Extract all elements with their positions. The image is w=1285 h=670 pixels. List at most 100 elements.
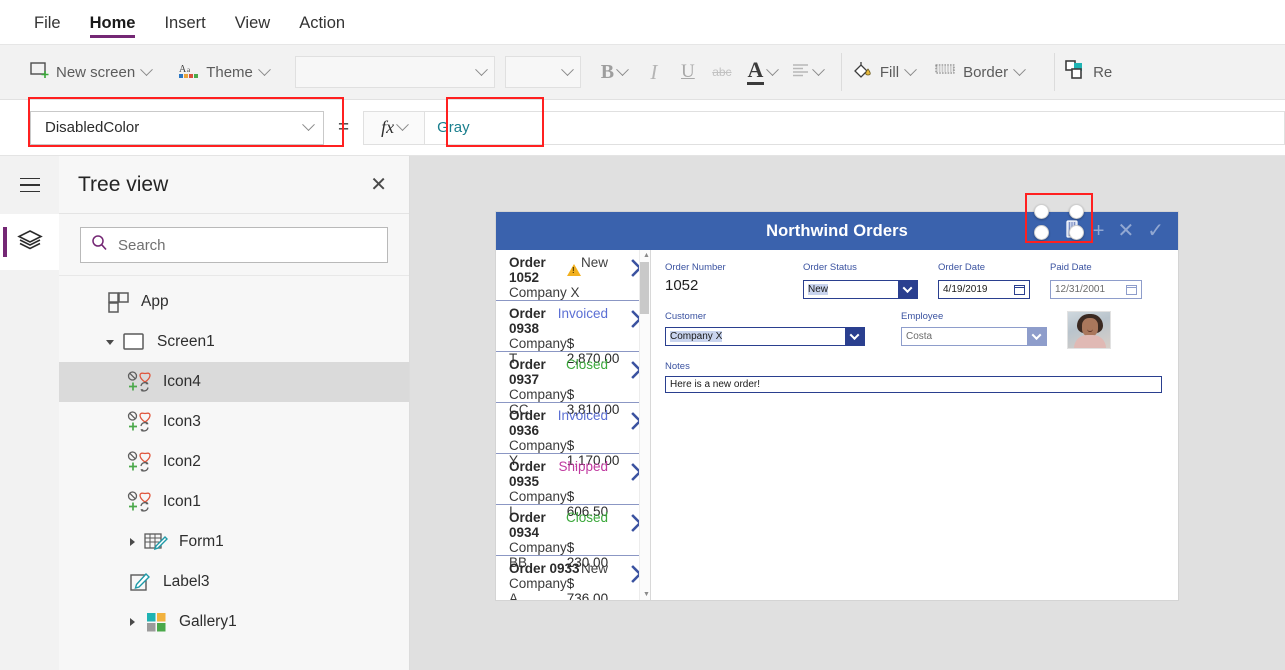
tree-item-label: Icon3 bbox=[163, 413, 201, 430]
notes-input[interactable]: Here is a new order! bbox=[665, 376, 1162, 393]
rail-item-tree-view[interactable] bbox=[0, 214, 59, 270]
plus-icon[interactable]: + bbox=[1093, 221, 1105, 241]
field-order-status: Order Status New bbox=[803, 262, 918, 299]
toolbar-divider bbox=[840, 53, 842, 91]
formula-bar: DisabledColor = fx Gray bbox=[0, 97, 1285, 156]
cancel-icon[interactable]: ✕ bbox=[1117, 221, 1134, 241]
tree-item-app[interactable]: App bbox=[59, 282, 409, 322]
field-value: Company X bbox=[670, 331, 723, 342]
formula-input[interactable]: Gray bbox=[425, 110, 1285, 145]
italic-button[interactable]: I bbox=[637, 53, 671, 91]
chevron-down-icon bbox=[1013, 62, 1026, 76]
reorder-icon bbox=[1065, 60, 1086, 84]
field-label: Order Date bbox=[938, 262, 985, 273]
gallery-item[interactable]: Order 0938 Invoiced Company T $ 2,870.00 bbox=[496, 301, 650, 366]
calendar-icon[interactable] bbox=[1123, 282, 1140, 297]
gallery-item[interactable]: Order 0933 New Company A $ 736.00 bbox=[496, 556, 650, 600]
font-size-select[interactable] bbox=[504, 56, 581, 88]
chevron-down-icon bbox=[258, 62, 271, 76]
tree-item-screen1[interactable]: Screen1 bbox=[59, 322, 409, 362]
fill-button[interactable]: Fill bbox=[852, 60, 917, 84]
chevron-right-icon[interactable] bbox=[125, 615, 139, 629]
gallery-item[interactable]: Order 1052 New Company X bbox=[496, 250, 650, 301]
property-select[interactable]: DisabledColor bbox=[30, 110, 324, 145]
underline-button[interactable]: U bbox=[671, 53, 705, 91]
search-input[interactable]: Search bbox=[80, 227, 388, 263]
border-label: Border bbox=[963, 63, 1009, 81]
scroll-up-icon[interactable]: ▲ bbox=[643, 252, 650, 259]
bold-button[interactable]: B bbox=[591, 53, 637, 91]
gallery-item[interactable]: Order 0934 Closed Company BB $ 230.00 bbox=[496, 505, 650, 570]
tree-item-form1[interactable]: Form1 bbox=[59, 522, 409, 562]
tree-item-label: Icon2 bbox=[163, 453, 201, 470]
chevron-down-icon[interactable] bbox=[845, 328, 864, 345]
hamburger-menu-button[interactable] bbox=[0, 156, 59, 214]
field-value: New bbox=[808, 284, 829, 295]
chevron-right-icon[interactable] bbox=[125, 535, 139, 549]
new-screen-button[interactable]: New screen bbox=[30, 61, 154, 83]
chevron-down-icon[interactable] bbox=[1027, 328, 1046, 345]
theme-button[interactable]: A a Theme bbox=[179, 62, 271, 83]
check-icon[interactable]: ✓ bbox=[1147, 221, 1164, 241]
calendar-icon[interactable] bbox=[1011, 282, 1028, 297]
order-status-dropdown[interactable]: New bbox=[803, 280, 918, 299]
menu-tab-home[interactable]: Home bbox=[89, 0, 135, 45]
field-order-number: Order Number 1052 bbox=[665, 262, 783, 299]
strikethrough-button[interactable]: abc bbox=[705, 53, 739, 91]
employee-dropdown[interactable]: Costa bbox=[901, 327, 1047, 346]
gallery-item[interactable]: Order 0935 Shipped Company I $ 606.50 bbox=[496, 454, 650, 519]
order-id: Order 0935 bbox=[509, 459, 546, 489]
reorder-button[interactable]: Re bbox=[1065, 60, 1112, 84]
gallery-scrollbar[interactable]: ▲ ▼ bbox=[639, 250, 650, 600]
gallery-item[interactable]: Order 0937 Closed Company CC $ 3,810.00 bbox=[496, 352, 650, 417]
tree-item-label3[interactable]: Label3 bbox=[59, 562, 409, 602]
menu-tab-insert[interactable]: Insert bbox=[164, 0, 205, 45]
order-amount: $ 736.00 bbox=[566, 576, 609, 600]
chevron-down-icon[interactable] bbox=[103, 335, 117, 349]
tree-item-label: Screen1 bbox=[157, 333, 215, 350]
warning-icon bbox=[566, 264, 581, 276]
tree-item-icon1[interactable]: Icon1 bbox=[59, 482, 409, 522]
tree-item-icon4[interactable]: Icon4 bbox=[59, 362, 409, 402]
field-order-date: Order Date 4/19/2019 bbox=[938, 262, 1030, 299]
icon-control-icon bbox=[125, 491, 155, 513]
field-value: 1052 bbox=[665, 277, 699, 294]
close-icon[interactable]: ✕ bbox=[370, 175, 387, 195]
fx-button[interactable]: fx bbox=[363, 110, 426, 145]
scroll-down-icon[interactable]: ▼ bbox=[643, 591, 650, 598]
chevron-down-icon bbox=[140, 62, 154, 76]
order-date-input[interactable]: 4/19/2019 bbox=[938, 280, 1030, 299]
order-detail-form[interactable]: Order Number 1052 Order Status New Order… bbox=[651, 250, 1178, 600]
tree-item-label: Form1 bbox=[179, 533, 224, 550]
orders-gallery[interactable]: Order 1052 New Company X Order 0938 Invo… bbox=[496, 250, 651, 600]
tree-item-icon3[interactable]: Icon3 bbox=[59, 402, 409, 442]
chevron-down-icon[interactable] bbox=[898, 281, 917, 298]
gallery-item[interactable]: Order 0936 Invoiced Company Y $ 1,170.00 bbox=[496, 403, 650, 468]
tree-item-icon2[interactable]: Icon2 bbox=[59, 442, 409, 482]
icon-control-icon bbox=[125, 451, 155, 473]
order-status: New bbox=[580, 255, 608, 270]
order-id: Order 0934 bbox=[509, 510, 546, 540]
font-family-select[interactable] bbox=[294, 56, 495, 88]
bold-icon: B bbox=[600, 60, 615, 83]
font-color-button[interactable]: A bbox=[739, 53, 785, 91]
svg-text:a: a bbox=[187, 66, 191, 74]
underline-icon: U bbox=[681, 61, 695, 82]
menu-tab-view[interactable]: View bbox=[235, 0, 270, 45]
tree-item-gallery1[interactable]: Gallery1 bbox=[59, 602, 409, 642]
menu-tab-action[interactable]: Action bbox=[299, 0, 345, 45]
app-preview[interactable]: Northwind Orders + ✕ ✓ Order 1052 ! New … bbox=[496, 212, 1178, 600]
app-icon bbox=[103, 291, 133, 313]
scrollbar-thumb[interactable] bbox=[640, 262, 649, 314]
align-button[interactable] bbox=[785, 53, 831, 91]
paid-date-input[interactable]: 12/31/2001 bbox=[1050, 280, 1142, 299]
italic-icon: I bbox=[650, 59, 658, 84]
layers-icon bbox=[16, 228, 43, 257]
menu-tab-file[interactable]: File bbox=[34, 0, 61, 45]
formula-value: Gray bbox=[437, 119, 470, 136]
selected-icon[interactable] bbox=[1064, 220, 1080, 242]
customer-dropdown[interactable]: Company X bbox=[665, 327, 865, 346]
canvas-area[interactable]: Northwind Orders + ✕ ✓ Order 1052 ! New … bbox=[410, 156, 1285, 670]
border-button[interactable]: Border bbox=[935, 62, 1026, 82]
chevron-down-icon bbox=[766, 62, 779, 76]
